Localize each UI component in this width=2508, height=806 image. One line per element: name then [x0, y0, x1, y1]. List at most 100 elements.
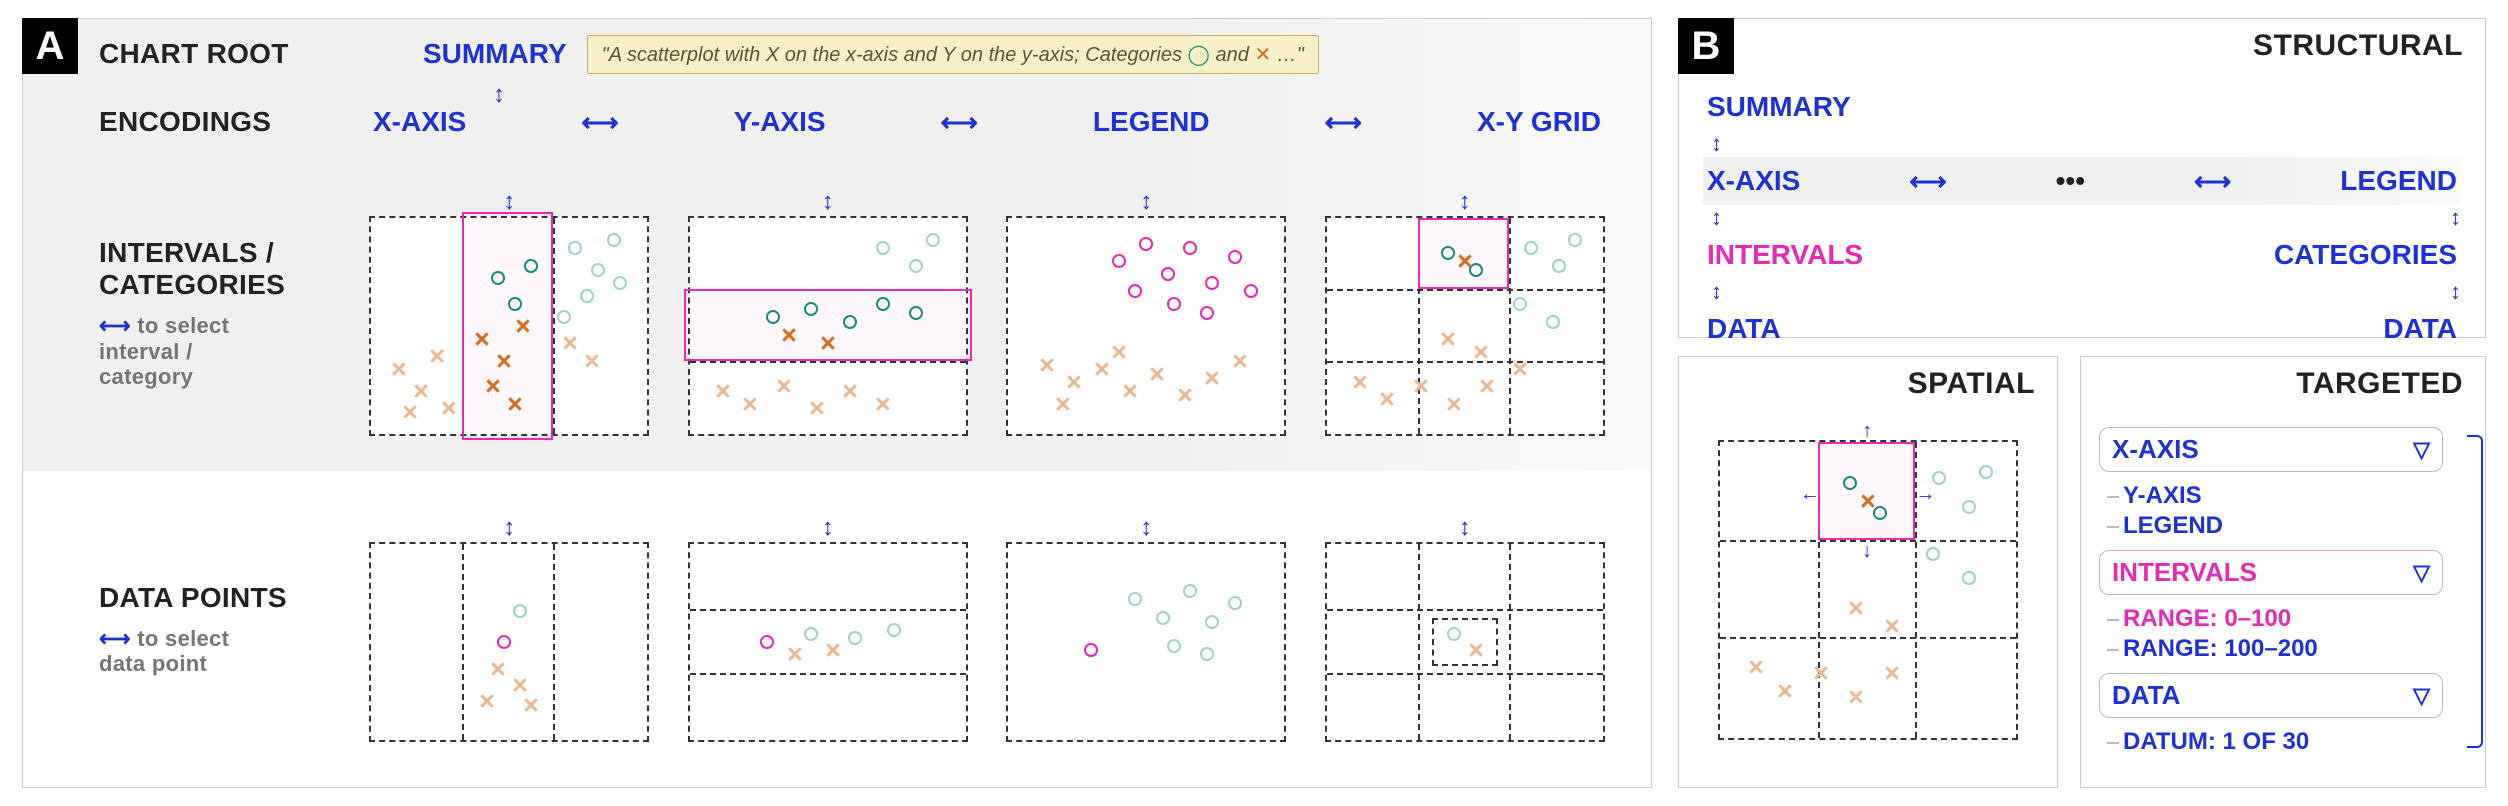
mini-grid-cell: ↕ — [1319, 190, 1612, 436]
arrow-y-legend: ⟷ — [941, 107, 978, 138]
label-encodings: ENCODINGS — [23, 89, 363, 155]
node-data-b1: DATA — [1707, 313, 1781, 345]
arrow-up-icon: ↑ — [1862, 420, 1872, 443]
figure-root: A CHART ROOT SUMMARY "A scatterplot with… — [22, 18, 2486, 788]
hint-int-2: interval / — [99, 339, 192, 364]
triangle-down-icon: ▽ — [2413, 683, 2430, 709]
pill-intervals-label: INTERVALS — [2112, 557, 2257, 588]
triangle-down-icon: ▽ — [2413, 437, 2430, 463]
structural-tree: SUMMARY ↕ X-AXIS ⟷ ••• ⟷ LEGEND ↕ ↕ INTE… — [1703, 83, 2461, 353]
arrow-int-to-dp: ↕ — [1140, 514, 1152, 542]
caption-mid: and — [1216, 44, 1255, 66]
arrow-v: ↕ — [1703, 131, 2461, 157]
arrow-down-icon: ↓ — [1862, 540, 1872, 563]
encoding-nodes: X-AXIS ⟷ Y-AXIS ⟷ LEGEND ⟷ X-Y GRID — [363, 96, 1651, 148]
bracket-icon — [2467, 435, 2483, 748]
pill-intervals[interactable]: INTERVALS ▽ — [2099, 550, 2443, 595]
mini-chart-dp-grid — [1325, 542, 1605, 742]
node-intervals-b: INTERVALS — [1707, 239, 1863, 271]
arrow-into-legend-int: ↕ — [1140, 188, 1152, 216]
mini-legend-category: ↕ — [1000, 190, 1293, 436]
hint-dp-2: data point — [99, 651, 207, 676]
hint-int-1: to select — [137, 313, 229, 338]
pill-xaxis-label: X-AXIS — [2112, 434, 2199, 465]
structural-title: STRUCTURAL — [2253, 29, 2463, 63]
caption-prefix: "A scatterplot with X on the x-axis and … — [602, 44, 1188, 66]
mini-dp-x: ↕ — [363, 516, 656, 742]
arrow-int-to-dp: ↕ — [822, 514, 834, 542]
pill-data-label: DATA — [2112, 680, 2180, 711]
node-data-b2: DATA — [2383, 313, 2457, 345]
triangle-down-icon: ▽ — [2413, 560, 2430, 586]
selection-rect — [1418, 218, 1509, 289]
sub-range2[interactable]: RANGE: 100–200 — [2123, 635, 2443, 663]
label-intervals-1: INTERVALS / — [99, 237, 363, 269]
hint-data-points: ⟷ to select data point — [99, 626, 363, 677]
node-summary-b: SUMMARY — [1707, 91, 1851, 123]
arrow-int-to-dp: ↕ — [1459, 514, 1471, 542]
hint-dp-1: to select — [137, 626, 229, 651]
arrow-v: ↕ — [2442, 205, 2461, 231]
panel-spatial: SPATIAL ↑ ↓ ← → — [1678, 356, 2058, 788]
panel-b-structural: B STRUCTURAL SUMMARY ↕ X-AXIS ⟷ ••• ⟷ LE… — [1678, 18, 2486, 338]
label-encodings-text: ENCODINGS — [99, 106, 363, 138]
hint-arrow-icon: ⟷ — [99, 626, 131, 651]
label-dp-text: DATA POINTS — [99, 582, 363, 614]
intervals-mini-row: ↕ — [363, 176, 1651, 450]
spatial-title: SPATIAL — [1908, 367, 2035, 401]
node-yaxis: Y-AXIS — [734, 106, 826, 138]
hint-intervals: ⟷ to select interval / category — [99, 313, 363, 389]
panel-a: A CHART ROOT SUMMARY "A scatterplot with… — [22, 18, 1652, 788]
node-summary: SUMMARY — [423, 38, 567, 70]
grid-vline — [553, 218, 555, 434]
arrow-v: ↕ — [1703, 279, 1722, 305]
arrow-v: ↕ — [1703, 205, 1722, 231]
arrow-legend-grid: ⟷ — [1325, 107, 1362, 138]
node-categories-b: CATEGORIES — [2274, 239, 2457, 271]
mini-dp-grid: ↕ — [1319, 516, 1612, 742]
targeted-list: X-AXIS ▽ Y-AXIS LEGEND INTERVALS ▽ RANGE… — [2099, 427, 2467, 756]
mini-chart-legend — [1006, 216, 1286, 436]
caption-circle-icon: ◯ — [1188, 44, 1210, 66]
targeted-title: TARGETED — [2296, 367, 2463, 401]
selection-rect — [462, 212, 553, 440]
arrow-into-grid-int: ↕ — [1459, 188, 1471, 216]
label-data-points: DATA POINTS ⟷ to select data point — [23, 471, 363, 787]
caption-cross-icon: ✕ — [1254, 44, 1271, 66]
sub-legend[interactable]: LEGEND — [2123, 512, 2443, 540]
lower-panels: SPATIAL ↑ ↓ ← → — [1678, 356, 2486, 788]
row-data-points: DATA POINTS ⟷ to select data point ↕ — [23, 471, 1651, 787]
mini-chart-y-interval — [688, 216, 968, 436]
summary-caption: "A scatterplot with X on the x-axis and … — [587, 35, 1319, 74]
arrow-x-y: ⟷ — [581, 107, 618, 138]
mini-chart-dp-x — [369, 542, 649, 742]
label-intervals-2: CATEGORIES — [99, 269, 363, 301]
pill-data[interactable]: DATA ▽ — [2099, 673, 2443, 718]
selection-rect — [684, 289, 972, 360]
caption-suffix: …" — [1277, 44, 1304, 66]
grid-focus-cell — [1432, 618, 1498, 665]
row-intervals: INTERVALS / CATEGORIES ⟷ to select inter… — [23, 155, 1651, 471]
datapoints-mini-row: ↕ ↕ — [363, 502, 1651, 756]
mini-chart-dp-y — [688, 542, 968, 742]
label-chart-root-text: CHART ROOT — [99, 38, 363, 70]
node-legend: LEGEND — [1093, 106, 1210, 138]
mini-chart-grid — [1325, 216, 1605, 436]
sub-range1[interactable]: RANGE: 0–100 — [2123, 605, 2443, 633]
arrow-v: ↕ — [2442, 279, 2461, 305]
sub-datum[interactable]: DATUM: 1 OF 30 — [2123, 728, 2443, 756]
mini-yaxis-interval: ↕ — [682, 190, 975, 436]
right-column: B STRUCTURAL SUMMARY ↕ X-AXIS ⟷ ••• ⟷ LE… — [1678, 18, 2486, 788]
arrow-right-icon: → — [1915, 483, 1935, 506]
arrow-into-y-int: ↕ — [822, 188, 834, 216]
selection-rect — [1818, 442, 1916, 540]
node-grid: X-Y GRID — [1477, 106, 1601, 138]
row-chart-root: CHART ROOT SUMMARY "A scatterplot with X… — [23, 19, 1651, 89]
arrow-h: ⟷ — [1909, 166, 1946, 197]
mini-xaxis-interval: ↕ — [363, 190, 656, 436]
sub-yaxis[interactable]: Y-AXIS — [2123, 482, 2443, 510]
node-legend-b: LEGEND — [2340, 165, 2457, 197]
hint-int-3: category — [99, 364, 193, 389]
mini-chart-dp-legend — [1006, 542, 1286, 742]
pill-xaxis[interactable]: X-AXIS ▽ — [2099, 427, 2443, 472]
